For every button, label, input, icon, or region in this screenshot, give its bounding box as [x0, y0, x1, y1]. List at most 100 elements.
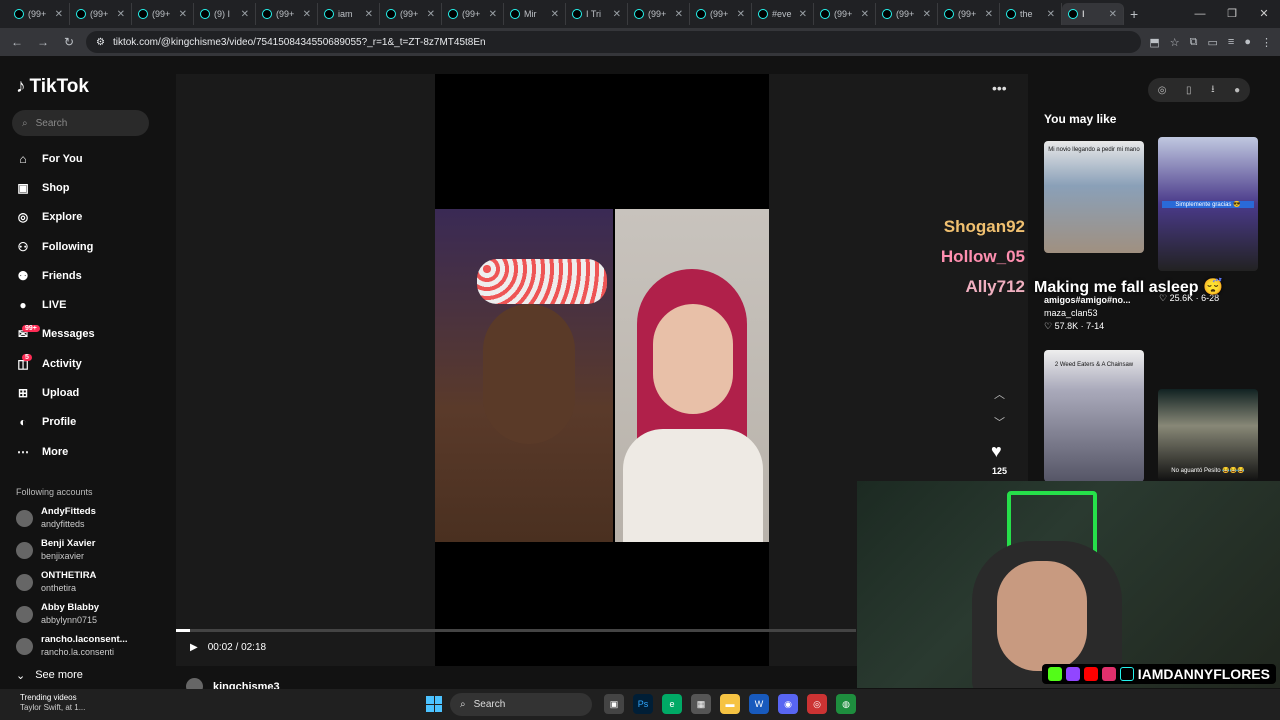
tab-close-icon[interactable]: ✕ — [427, 9, 435, 20]
windows-start-icon[interactable] — [426, 696, 442, 712]
minimize-button[interactable]: — — [1184, 0, 1216, 28]
sidebar-item-live[interactable]: ● LIVE — [16, 290, 95, 319]
following-account[interactable]: rancho.laconsent... rancho.la.consenti — [16, 634, 128, 658]
recommended-video-4[interactable]: No aguantó Pesito 😂😂😂 — [1158, 389, 1258, 481]
sidebar-item-friends[interactable]: ⚉ Friends — [16, 261, 95, 290]
install-icon[interactable]: ⬒ — [1149, 36, 1159, 49]
menu-kebab-icon[interactable]: ⋮ — [1261, 36, 1272, 49]
browser-tab[interactable]: (99+ ✕ — [442, 3, 504, 25]
download-icon[interactable]: ⭳ — [1211, 82, 1215, 99]
sidebar-item-profile[interactable]: ◐ Profile — [16, 408, 95, 437]
browser-tab[interactable]: I Tri ✕ — [566, 3, 628, 25]
recommended-video-3[interactable]: 2 Weed Eaters & A Chainsaw — [1044, 350, 1144, 482]
tab-close-icon[interactable]: ✕ — [551, 9, 559, 20]
sidebar-item-shop[interactable]: ▣ Shop — [16, 173, 95, 202]
sidepanel-icon[interactable]: ▭ — [1208, 36, 1218, 49]
tab-close-icon[interactable]: ✕ — [365, 9, 373, 20]
recommended-video-1[interactable]: Mi novio llegando a pedir mi mano — [1044, 141, 1144, 253]
discord-icon[interactable]: ◉ — [778, 694, 798, 714]
tab-close-icon[interactable]: ✕ — [117, 9, 125, 20]
tab-close-icon[interactable]: ✕ — [241, 9, 249, 20]
sidebar-item-activity[interactable]: ◫ 5 Activity — [16, 349, 95, 378]
tab-close-icon[interactable]: ✕ — [799, 9, 807, 20]
word-icon[interactable]: W — [749, 694, 769, 714]
tiktok-logo[interactable]: ♪ TikTok — [16, 76, 89, 98]
recommended-video-2[interactable]: Simplemente gracias 😎 — [1158, 137, 1258, 271]
browser-tab[interactable]: (99+ ✕ — [814, 3, 876, 25]
reload-icon[interactable]: ↻ — [60, 35, 78, 49]
task-view-icon[interactable]: ▣ — [604, 694, 624, 714]
video-progress-bar[interactable] — [176, 629, 856, 632]
tab-close-icon[interactable]: ✕ — [55, 9, 63, 20]
browser-tab[interactable]: (9) I ✕ — [194, 3, 256, 25]
forward-icon[interactable]: → — [34, 35, 52, 49]
device-icon[interactable]: ▯ — [1186, 85, 1192, 96]
like-heart-icon[interactable]: ♥ — [991, 441, 1002, 462]
browser-tab[interactable]: (99+ ✕ — [690, 3, 752, 25]
following-account[interactable]: Benji Xavier benjixavier — [16, 538, 95, 562]
browser-tab[interactable]: Mir ✕ — [504, 3, 566, 25]
photoshop-icon[interactable]: Ps — [633, 694, 653, 714]
browser-tab[interactable]: (99+ ✕ — [628, 3, 690, 25]
widgets-trending[interactable]: Trending videos Taylor Swift, at 1... — [20, 693, 85, 713]
play-icon[interactable]: ▶ — [190, 642, 198, 653]
browser-tab[interactable]: (99+ ✕ — [876, 3, 938, 25]
browser-tab[interactable]: (99+ ✕ — [256, 3, 318, 25]
back-icon[interactable]: ← — [8, 35, 26, 49]
following-account[interactable]: Abby Blabby abbylynn0715 — [16, 602, 99, 626]
tab-close-icon[interactable]: ✕ — [489, 9, 497, 20]
browser-tab[interactable]: iam ✕ — [318, 3, 380, 25]
browser-tab[interactable]: (99+ ✕ — [8, 3, 70, 25]
sidebar-item-upload[interactable]: ⊞ Upload — [16, 378, 95, 407]
browser-tab[interactable]: #eve ✕ — [752, 3, 814, 25]
tab-close-icon[interactable]: ✕ — [675, 9, 683, 20]
next-video-icon[interactable]: ﹀ — [994, 414, 1005, 430]
browser-tab-strip: (99+ ✕ (99+ ✕ (99+ ✕ (9) I ✕ (99+ ✕ iam ✕ (99+ ✕ (99+ ✕… — [0, 0, 1280, 28]
browser-tab[interactable]: (99+ ✕ — [380, 3, 442, 25]
tab-close-icon[interactable]: ✕ — [861, 9, 869, 20]
file-explorer-icon[interactable]: ▬ — [720, 694, 740, 714]
tab-close-icon[interactable]: ✕ — [613, 9, 621, 20]
more-options-icon[interactable]: ••• — [992, 80, 1007, 96]
tab-close-icon[interactable]: ✕ — [985, 9, 993, 20]
browser-tab[interactable]: the ✕ — [1000, 3, 1062, 25]
search-input[interactable]: ⌕ Search — [12, 110, 149, 136]
tab-close-icon[interactable]: ✕ — [923, 9, 931, 20]
sidebar-item-explore[interactable]: ◎ Explore — [16, 203, 95, 232]
taskbar-search[interactable]: ⌕ Search — [450, 693, 592, 716]
extensions-icon[interactable]: ⧉ — [1190, 36, 1198, 49]
browser-tab[interactable]: (99+ ✕ — [70, 3, 132, 25]
browser-tab[interactable]: I ✕ — [1062, 3, 1124, 25]
bookmark-star-icon[interactable]: ☆ — [1170, 36, 1180, 49]
sidebar-item-following[interactable]: ⚇ Following — [16, 232, 95, 261]
chrome-icon[interactable]: ◍ — [836, 694, 856, 714]
tab-close-icon[interactable]: ✕ — [179, 9, 187, 20]
user-avatar[interactable]: ● — [1234, 85, 1240, 96]
compass-icon[interactable]: ◎ — [1158, 85, 1167, 96]
browser-tab[interactable]: (99+ ✕ — [938, 3, 1000, 25]
account-name: Abby Blabby — [41, 602, 100, 613]
media-icon[interactable]: ≡ — [1228, 36, 1234, 49]
sidebar-item-more[interactable]: ⋯ More — [16, 437, 95, 466]
url-field[interactable]: ⚙ tiktok.com/@kingchisme3/video/75415084… — [86, 31, 1142, 53]
tab-close-icon[interactable]: ✕ — [737, 9, 745, 20]
store-icon[interactable]: ▦ — [691, 694, 711, 714]
tab-close-icon[interactable]: ✕ — [1047, 9, 1055, 20]
tab-close-icon[interactable]: ✕ — [303, 9, 311, 20]
site-info-icon[interactable]: ⚙ — [96, 37, 105, 48]
tab-close-icon[interactable]: ✕ — [1109, 9, 1117, 20]
browser-tab[interactable]: (99+ ✕ — [132, 3, 194, 25]
streamer-handle: IAMDANNYFLORES — [1137, 666, 1270, 682]
see-more-button[interactable]: ⌄ See more — [16, 669, 83, 682]
following-account[interactable]: AndyFitteds andyfitteds — [16, 506, 96, 530]
previous-video-icon[interactable]: ︿ — [994, 386, 1005, 402]
profile-avatar-icon[interactable]: ● — [1244, 36, 1251, 49]
maximize-button[interactable]: ❐ — [1216, 0, 1248, 28]
edge-icon[interactable]: e — [662, 694, 682, 714]
close-window-button[interactable]: ✕ — [1248, 0, 1280, 28]
app-icon[interactable]: ◎ — [807, 694, 827, 714]
sidebar-item-for-you[interactable]: ⌂ For You — [16, 144, 95, 173]
following-account[interactable]: ONTHETIRA onthetira — [16, 570, 96, 594]
new-tab-button[interactable]: + — [1130, 6, 1138, 22]
sidebar-item-messages[interactable]: ✉ 99+ Messages — [16, 320, 95, 349]
